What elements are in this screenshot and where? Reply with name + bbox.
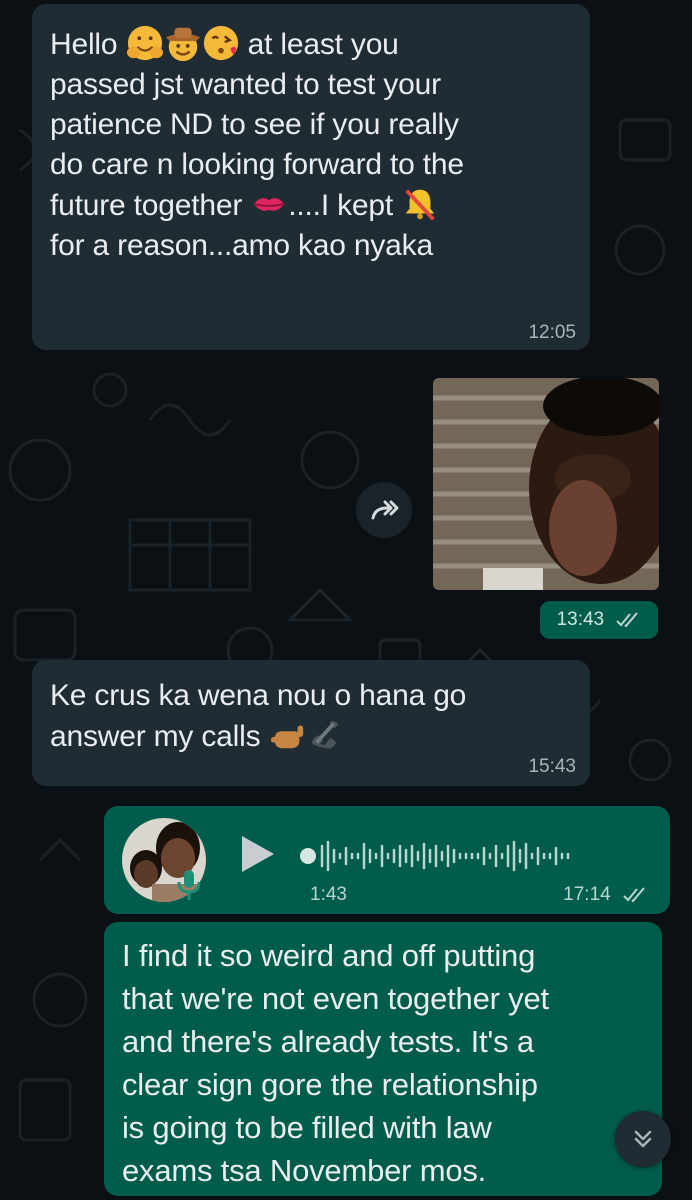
- double-check-icon: [623, 887, 645, 903]
- play-button[interactable]: [242, 836, 274, 872]
- message-time: 13:43: [556, 609, 605, 630]
- voice-duration: 1:43: [310, 884, 347, 905]
- voice-message-bubble[interactable]: 1:43 17:14: [104, 806, 670, 914]
- face-blowing-kiss-emoji-icon: [202, 24, 240, 62]
- message-time: 15:43: [528, 756, 576, 777]
- scroll-to-bottom-button[interactable]: [615, 1111, 671, 1167]
- double-check-icon: [616, 612, 639, 628]
- message-text: I find it so weird and off putting that …: [122, 938, 549, 1188]
- message-text: Hello at least you passed jst wanted to …: [50, 24, 572, 266]
- image-message[interactable]: [433, 378, 659, 590]
- telephone-receiver-emoji-icon: [307, 716, 345, 754]
- image-message-meta: 13:43: [540, 601, 658, 639]
- playback-scrubber[interactable]: [300, 848, 316, 864]
- message-bubble-incoming[interactable]: Ke crus ka wena nou o hana go answer my …: [32, 660, 590, 786]
- message-meta: 17:14: [563, 884, 648, 906]
- forward-icon: [371, 500, 399, 520]
- cowboy-hat-face-emoji-icon: [164, 24, 202, 62]
- hugging-face-emoji-icon: [126, 24, 164, 62]
- audio-waveform[interactable]: [300, 834, 640, 878]
- message-text: Ke crus ka wena nou o hana go answer my …: [50, 679, 467, 754]
- message-bubble-outgoing[interactable]: I find it so weird and off putting that …: [104, 922, 662, 1196]
- mic-icon: [177, 870, 201, 900]
- bell-with-slash-emoji-icon: [401, 185, 439, 223]
- message-time: 17:14: [563, 884, 611, 905]
- call-me-hand-emoji-icon: [269, 716, 307, 754]
- photo-thumbnail: [433, 378, 659, 590]
- message-time: 12:05: [528, 322, 576, 343]
- forward-button[interactable]: [356, 482, 412, 538]
- double-chevron-down-icon: [634, 1130, 652, 1148]
- kiss-mark-emoji-icon: [250, 185, 288, 223]
- message-bubble-incoming[interactable]: Hello at least you passed jst wanted to …: [32, 4, 590, 350]
